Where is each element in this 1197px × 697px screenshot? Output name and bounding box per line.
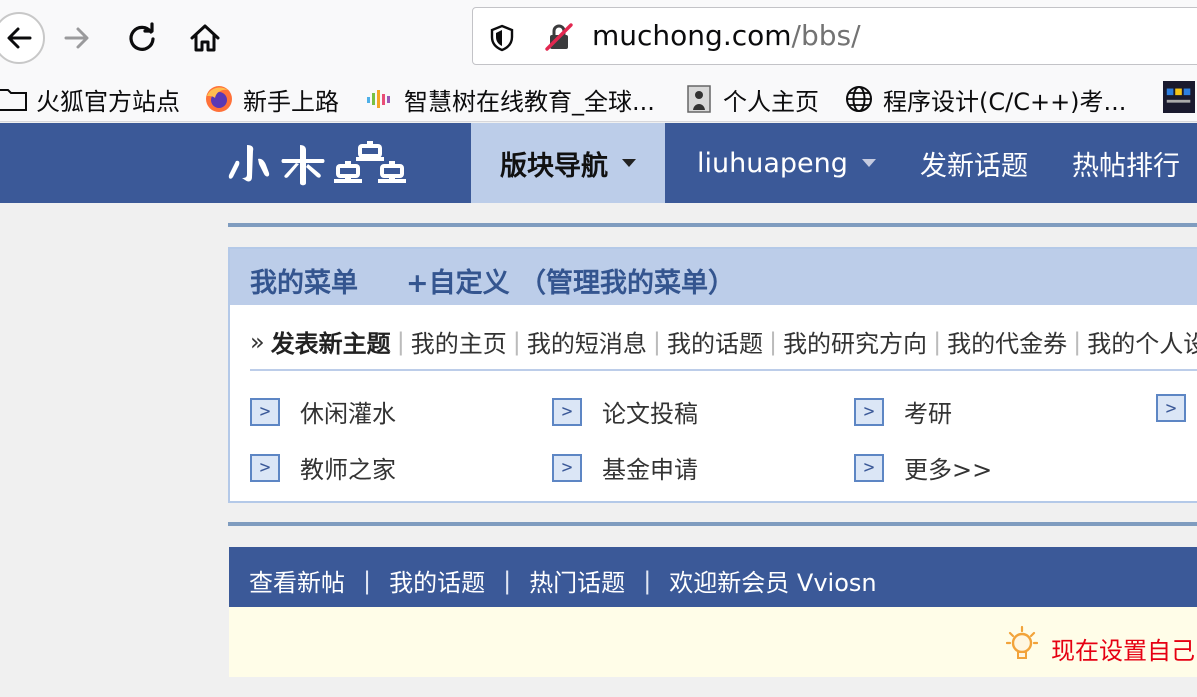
nav-board-navigation[interactable]: 版块导航 (471, 123, 665, 203)
my-menu-links: » 发表新主题 | 我的主页 | 我的短消息 | 我的话题 | 我的研究方向 | 我的代金… (250, 324, 1197, 359)
bookmark-label: 火狐官方站点 (36, 87, 180, 116)
bookmark-label: 智慧树在线教育_全球... (404, 87, 655, 116)
url-host: muchong.com (592, 19, 792, 52)
arrow-box-icon: > (552, 397, 582, 426)
globe-icon (843, 83, 875, 115)
tracking-shield-icon[interactable] (489, 24, 515, 52)
notice-link[interactable]: 现在设置自己 (1051, 631, 1195, 666)
home-icon (190, 24, 220, 52)
my-menu-title: 我的菜单 (250, 268, 358, 299)
welcome-new-member[interactable]: 欢迎新会员 Vviosn (669, 563, 876, 598)
quick-link-leisure[interactable]: > 休闲灌水 (250, 394, 396, 429)
nav-hot-posts[interactable]: 热帖排行 (1072, 123, 1180, 203)
divider (228, 223, 1197, 227)
bookmark-firefox-site[interactable]: 火狐官方站点 (0, 81, 180, 117)
zhihuishu-icon (364, 83, 396, 115)
separator: | (363, 566, 372, 595)
nav-user-menu[interactable]: liuhuapeng (697, 123, 876, 203)
quick-link-fund-application[interactable]: > 基金申请 (552, 450, 698, 485)
nav-new-topic[interactable]: 发新话题 (920, 123, 1028, 203)
back-arrow-icon (7, 27, 32, 49)
person-page-icon (683, 83, 715, 115)
separator: | (643, 566, 652, 595)
new-posts-link[interactable]: 查看新帖 (249, 563, 345, 598)
divider (250, 369, 1197, 371)
chevron-down-icon (861, 159, 876, 167)
username: liuhuapeng (697, 147, 848, 179)
quick-link-label: 论文投稿 (602, 400, 698, 428)
my-homepage-link[interactable]: 我的主页 (411, 324, 507, 359)
firefox-icon (203, 83, 235, 115)
quick-link-label: 基金申请 (602, 456, 698, 484)
arrow-box-icon: > (1156, 394, 1186, 422)
my-messages-link[interactable]: 我的短消息 (527, 324, 647, 359)
notice-bar: 现在设置自己 (229, 607, 1197, 677)
arrow-box-icon: > (250, 453, 280, 482)
url-path: /bbs/ (791, 19, 861, 52)
quick-link-label: 更多>> (904, 456, 993, 484)
forward-button[interactable] (52, 13, 102, 63)
quick-link-label: 教师之家 (300, 456, 396, 484)
arrow-box-icon: > (552, 453, 582, 482)
muchong-logo[interactable] (228, 137, 433, 191)
customize-menu-link[interactable]: +自定义 （管理我的菜单） (406, 261, 735, 300)
bookmarks-toolbar: 火狐官方站点 新手上路 智慧树在线教育_全球... 个人主页 程序设计(C/C+… (0, 75, 1197, 122)
my-personal-settings-link[interactable]: 我的个人设 (1087, 324, 1197, 359)
my-menu-header: 我的菜单 +自定义 （管理我的菜单） (230, 249, 1197, 305)
home-button[interactable] (180, 13, 230, 63)
quick-link-teachers[interactable]: > 教师之家 (250, 450, 396, 485)
bookmark-extra[interactable] (1163, 79, 1197, 115)
post-new-topic-link[interactable]: 发表新主题 (271, 324, 391, 359)
forum-quick-bar: 查看新帖 | 我的话题 | 热门话题 | 欢迎新会员 Vviosn (229, 547, 1197, 607)
hot-topics-link[interactable]: 热门话题 (529, 563, 625, 598)
forward-arrow-icon (64, 27, 89, 49)
folder-icon (0, 83, 28, 115)
bookmark-programming[interactable]: 程序设计(C/C++)考... (843, 81, 1126, 117)
arrow-box-icon: > (854, 397, 884, 426)
my-vouchers-link[interactable]: 我的代金券 (947, 324, 1067, 359)
double-arrow-icon: » (250, 327, 265, 356)
quick-link-partial[interactable]: > (1156, 394, 1197, 422)
url-text[interactable]: muchong.com/bbs/ (592, 19, 861, 52)
quick-link-more[interactable]: > 更多>> (854, 450, 992, 485)
divider (228, 522, 1197, 526)
arrow-box-icon: > (854, 453, 884, 482)
reload-button[interactable] (117, 13, 167, 63)
bookmark-zhihuishu[interactable]: 智慧树在线教育_全球... (364, 81, 655, 117)
separator: | (503, 566, 512, 595)
quick-link-paper-submission[interactable]: > 论文投稿 (552, 394, 698, 429)
nav-label: 版块导航 (500, 150, 608, 182)
my-topics-link[interactable]: 我的话题 (667, 324, 763, 359)
quick-link-label: 考研 (904, 400, 952, 428)
my-topics-link[interactable]: 我的话题 (389, 563, 485, 598)
bookmark-label: 个人主页 (723, 87, 819, 116)
url-bar[interactable]: muchong.com/bbs/ (472, 7, 1197, 65)
app-tile-icon (1163, 81, 1195, 113)
quick-link-kaoyan[interactable]: > 考研 (854, 394, 952, 429)
arrow-box-icon: > (250, 397, 280, 426)
bookmark-label: 程序设计(C/C++)考... (883, 87, 1127, 116)
bookmark-getting-started[interactable]: 新手上路 (203, 81, 339, 117)
back-button[interactable] (0, 12, 45, 64)
my-research-link[interactable]: 我的研究方向 (783, 324, 927, 359)
browser-toolbar: muchong.com/bbs/ (0, 0, 1197, 75)
chevron-down-icon (622, 159, 636, 167)
bookmark-label: 新手上路 (243, 87, 339, 116)
lightbulb-icon (1006, 625, 1038, 659)
insecure-lock-icon[interactable] (543, 21, 575, 53)
site-header: 版块导航 liuhuapeng 发新话题 热帖排行 (0, 123, 1197, 203)
my-menu-panel: 我的菜单 +自定义 （管理我的菜单） » 发表新主题 | 我的主页 | 我的短消息 |… (228, 247, 1197, 503)
reload-icon (129, 22, 155, 51)
bookmark-personal-page[interactable]: 个人主页 (683, 81, 819, 117)
forum-quick-links: 查看新帖 | 我的话题 | 热门话题 | 欢迎新会员 Vviosn (249, 563, 877, 598)
quick-link-label: 休闲灌水 (300, 400, 396, 428)
